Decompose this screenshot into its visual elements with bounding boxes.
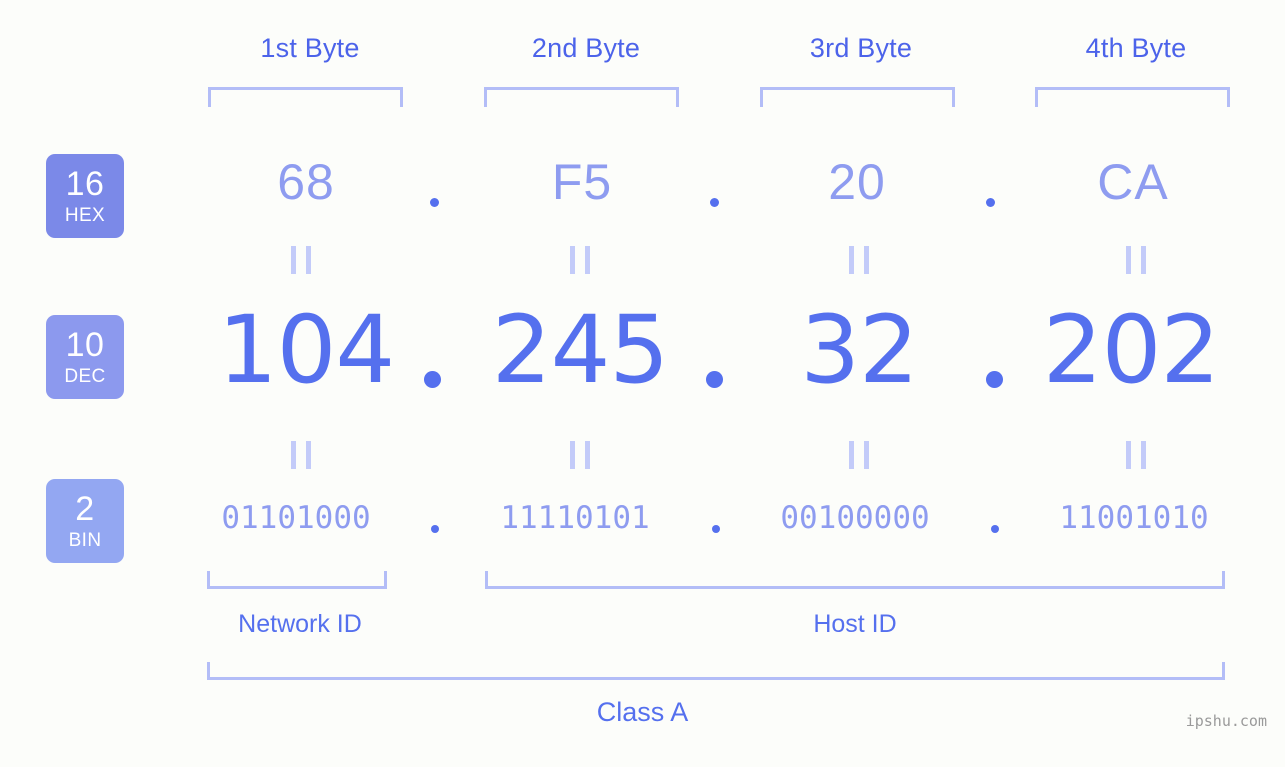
- hex-value-byte-4: CA: [1097, 154, 1169, 210]
- dec-separator-dot-1: [424, 371, 441, 388]
- dec-value-byte-1: 104: [217, 296, 395, 405]
- hex-separator-dot-3: [986, 198, 995, 207]
- bin-separator-dot-2: [712, 525, 720, 533]
- hex-value-byte-3: 20: [828, 154, 886, 210]
- bin-value-byte-1: 01101000: [221, 500, 371, 536]
- dec-value-byte-4: 202: [1042, 296, 1220, 405]
- byte-bracket-3: [760, 87, 955, 107]
- equals-marker-hex-dec-2: [570, 246, 590, 274]
- hex-value-byte-1: 68: [277, 154, 335, 210]
- base-badge-hex-number: 16: [65, 165, 105, 203]
- base-badge-bin: 2 BIN: [46, 479, 124, 563]
- equals-marker-dec-bin-1: [291, 441, 311, 469]
- equals-marker-hex-dec-3: [849, 246, 869, 274]
- base-badge-dec-number: 10: [65, 326, 105, 364]
- bin-separator-dot-3: [991, 525, 999, 533]
- base-badge-bin-number: 2: [75, 490, 95, 528]
- byte-header-2: 2nd Byte: [531, 33, 641, 63]
- bin-separator-dot-1: [431, 525, 439, 533]
- host-id-label: Host ID: [813, 610, 897, 638]
- byte-header-4: 4th Byte: [1085, 33, 1187, 63]
- network-id-bracket: [207, 571, 387, 589]
- bin-value-byte-3: 00100000: [780, 500, 930, 536]
- hex-value-byte-2: F5: [551, 154, 613, 210]
- equals-marker-hex-dec-4: [1126, 246, 1146, 274]
- dec-value-byte-3: 32: [800, 296, 919, 405]
- equals-marker-dec-bin-3: [849, 441, 869, 469]
- ip-address-breakdown-diagram: 1st Byte 2nd Byte 3rd Byte 4th Byte 16 H…: [0, 0, 1285, 767]
- base-badge-bin-name: BIN: [68, 530, 102, 551]
- host-id-bracket: [485, 571, 1225, 589]
- base-badge-hex-name: HEX: [64, 205, 106, 226]
- dec-separator-dot-2: [706, 371, 723, 388]
- byte-bracket-1: [208, 87, 403, 107]
- hex-separator-dot-1: [430, 198, 439, 207]
- byte-header-3: 3rd Byte: [809, 33, 913, 63]
- byte-header-1: 1st Byte: [260, 33, 360, 63]
- dec-value-byte-2: 245: [491, 296, 669, 405]
- class-bracket: [207, 662, 1225, 680]
- bin-value-byte-2: 11110101: [500, 500, 650, 536]
- equals-marker-dec-bin-2: [570, 441, 590, 469]
- dec-separator-dot-3: [986, 371, 1003, 388]
- hex-separator-dot-2: [710, 198, 719, 207]
- bin-value-byte-4: 11001010: [1059, 500, 1209, 536]
- site-watermark: ipshu.com: [1185, 712, 1267, 730]
- equals-marker-dec-bin-4: [1126, 441, 1146, 469]
- base-badge-dec-name: DEC: [64, 366, 106, 387]
- byte-bracket-4: [1035, 87, 1230, 107]
- equals-marker-hex-dec-1: [291, 246, 311, 274]
- class-label: Class A: [596, 697, 689, 727]
- base-badge-hex: 16 HEX: [46, 154, 124, 238]
- base-badge-dec: 10 DEC: [46, 315, 124, 399]
- byte-bracket-2: [484, 87, 679, 107]
- network-id-label: Network ID: [238, 610, 362, 638]
